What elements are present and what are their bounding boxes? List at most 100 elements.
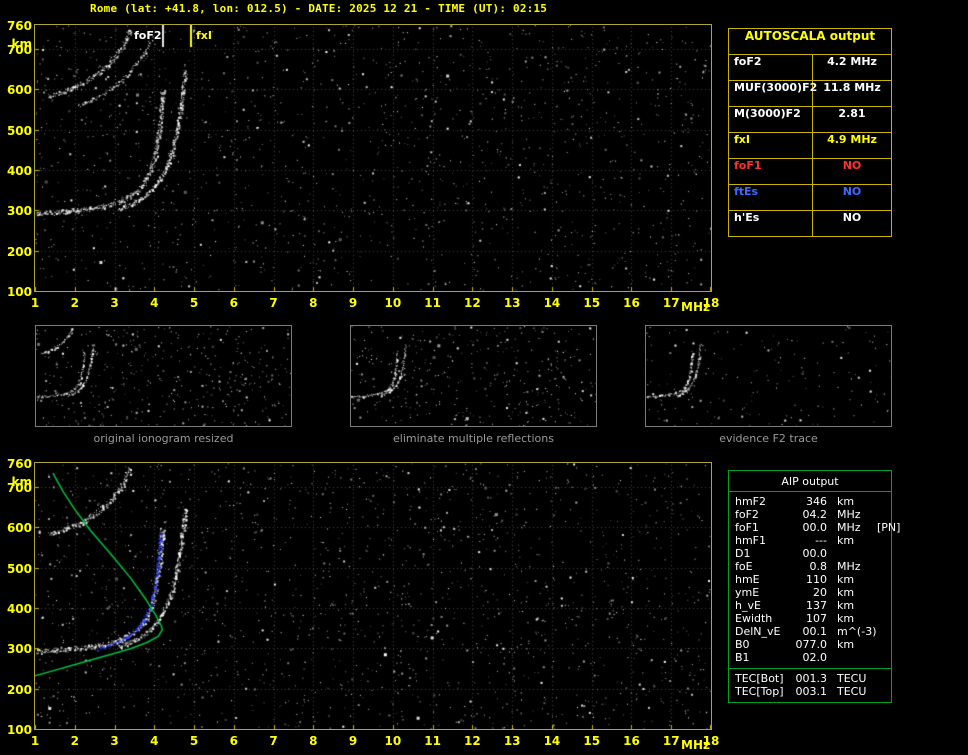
value-cell: 110 bbox=[806, 573, 827, 586]
param-cell: D1 bbox=[735, 547, 751, 560]
param-cell: Ewidth bbox=[735, 612, 773, 625]
value-cell: 003.1 bbox=[795, 685, 828, 698]
value-cell: 02.0 bbox=[802, 651, 828, 664]
unit-cell: MHz bbox=[837, 560, 861, 573]
value-cell: 001.3 bbox=[795, 672, 828, 685]
y-tick-label: 400 bbox=[6, 602, 32, 617]
unit-cell: km bbox=[837, 495, 855, 508]
value-cell: NO bbox=[842, 211, 862, 224]
note-cell bbox=[871, 547, 891, 560]
param-cell: h'Es bbox=[729, 211, 813, 236]
tec-row: TEC[Top] 003.1 TECU bbox=[729, 685, 891, 698]
fxi-marker-label: fxI bbox=[196, 29, 212, 42]
thumbnail-original-canvas bbox=[36, 326, 291, 426]
x-tick-label: 11 bbox=[424, 734, 441, 748]
unit-cell: MHz bbox=[837, 508, 861, 521]
x-tick-label: 8 bbox=[309, 296, 318, 310]
x-tick-label: 4 bbox=[150, 734, 159, 748]
value-cell: 137 bbox=[806, 599, 827, 612]
param-cell: MUF(3000)F2 bbox=[729, 81, 817, 106]
table-row: foF1 NO bbox=[729, 159, 891, 185]
thumbnail-no-multiples bbox=[350, 325, 597, 427]
station-title: Rome (lat: +41.8, lon: 012.5) - DATE: 20… bbox=[90, 2, 548, 15]
unit-cell: km bbox=[837, 612, 855, 625]
y-tick-label: 200 bbox=[6, 682, 32, 697]
x-tick-label: 12 bbox=[464, 296, 481, 310]
param-cell: TEC[Top] bbox=[735, 685, 784, 698]
top-ionogram-plot bbox=[34, 24, 712, 292]
note-cell bbox=[871, 560, 891, 573]
note-cell bbox=[871, 495, 891, 508]
note-cell bbox=[871, 612, 891, 625]
unit-cell: MHz bbox=[837, 521, 861, 534]
x-tick-label: 4 bbox=[150, 296, 159, 310]
param-cell: foE bbox=[735, 560, 753, 573]
y-tick-label: 600 bbox=[6, 83, 32, 98]
x-tick-label: 1 bbox=[30, 734, 40, 748]
x-tick-label: 6 bbox=[229, 734, 238, 748]
aip-row: Ewidth 107 km bbox=[729, 612, 891, 625]
x-tick-label: 16 bbox=[623, 296, 640, 310]
note-cell bbox=[871, 599, 891, 612]
y-tick-label: 300 bbox=[6, 204, 32, 219]
table-row: ftEs NO bbox=[729, 185, 891, 211]
y-tick-label: 760 bbox=[6, 19, 32, 33]
x-tick-label: 11 bbox=[424, 296, 441, 310]
autoscala-table: AUTOSCALA output foF2 4.2 MHz MUF(3000)F2 1… bbox=[728, 28, 892, 237]
value-cell: 107 bbox=[806, 612, 827, 625]
unit-cell: TECU bbox=[837, 672, 867, 685]
note-cell bbox=[871, 508, 891, 521]
x-tick-label: 7 bbox=[269, 296, 278, 310]
y-tick-label: 400 bbox=[6, 164, 32, 179]
param-cell: foF1 bbox=[729, 159, 813, 184]
table-row: fxI 4.9 MHz bbox=[729, 133, 891, 159]
value-cell: 4.9 MHz bbox=[827, 133, 877, 146]
autoscala-header: AUTOSCALA output bbox=[729, 29, 891, 55]
param-cell: hmF1 bbox=[735, 534, 767, 547]
note-cell: [PN] bbox=[877, 521, 901, 534]
aip-header: AIP output bbox=[729, 471, 891, 492]
note-cell bbox=[871, 638, 891, 651]
x-tick-label: 13 bbox=[503, 734, 521, 748]
unit-cell bbox=[827, 547, 871, 560]
tec-row: TEC[Bot] 001.3 TECU bbox=[729, 672, 891, 685]
unit-cell bbox=[827, 651, 871, 664]
x-tick-label: 15 bbox=[583, 734, 601, 748]
thumbnail-f2-trace bbox=[645, 325, 892, 427]
x-tick-label: 18 bbox=[702, 734, 720, 748]
x-tick-label: 17 bbox=[662, 734, 680, 748]
note-cell bbox=[871, 625, 891, 638]
param-cell: hmF2 bbox=[735, 495, 767, 508]
top-ionogram-canvas bbox=[35, 25, 711, 291]
aip-row: h_vE 137 km bbox=[729, 599, 891, 612]
value-cell: 00.1 bbox=[802, 625, 828, 638]
autoscala-rows: foF2 4.2 MHz MUF(3000)F2 11.8 MHz M(3000)F2 2… bbox=[729, 55, 891, 236]
value-cell: 20 bbox=[813, 586, 827, 599]
x-tick-label: 18 bbox=[702, 296, 720, 310]
x-tick-label: 16 bbox=[623, 734, 640, 748]
x-tick-label: 5 bbox=[189, 734, 199, 748]
x-tick-label: 5 bbox=[189, 296, 199, 310]
value-cell: 04.2 bbox=[802, 508, 828, 521]
x-tick-label: 10 bbox=[384, 734, 402, 748]
x-tick-label: 12 bbox=[464, 734, 481, 748]
param-cell: foF2 bbox=[729, 55, 813, 80]
unit-cell: TECU bbox=[837, 685, 867, 698]
x-tick-label: 1 bbox=[30, 296, 40, 310]
x-tick-label: 17 bbox=[662, 296, 680, 310]
param-cell: ftEs bbox=[729, 185, 813, 210]
value-cell: NO bbox=[842, 185, 862, 198]
param-cell: ymE bbox=[735, 586, 760, 599]
unit-cell: m^(-3) bbox=[837, 625, 877, 638]
aip-row: foE 0.8 MHz bbox=[729, 560, 891, 573]
thumbnail-caption: eliminate multiple reflections bbox=[393, 432, 554, 445]
param-cell: fxI bbox=[729, 133, 813, 158]
x-tick-label: 9 bbox=[348, 734, 358, 748]
y-tick-label: 100 bbox=[6, 285, 32, 299]
value-cell: 00.0 bbox=[802, 521, 828, 534]
bottom-ionogram-canvas bbox=[35, 463, 711, 729]
y-tick-label: 200 bbox=[6, 244, 32, 259]
param-cell: B0 bbox=[735, 638, 750, 651]
param-cell: foF2 bbox=[735, 508, 759, 521]
unit-cell: km bbox=[837, 534, 855, 547]
